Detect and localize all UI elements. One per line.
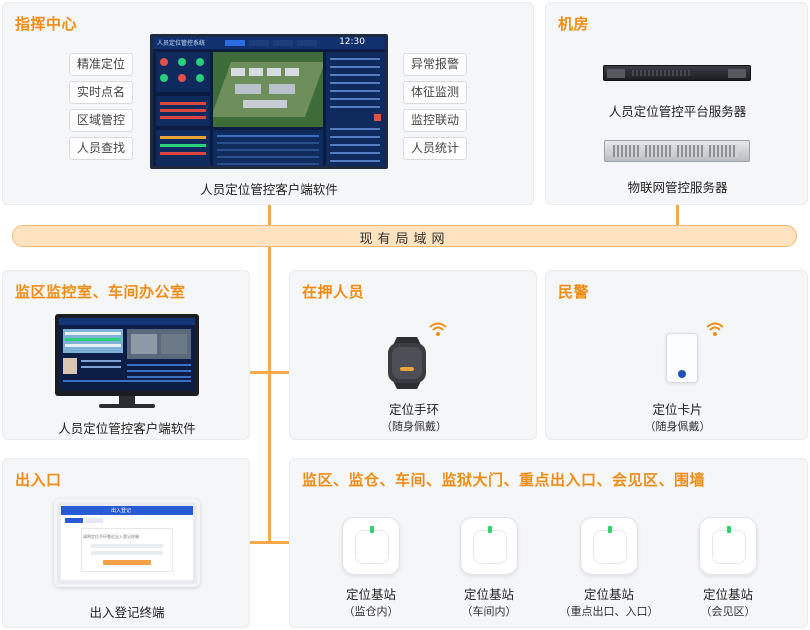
station-label: 定位基站 xyxy=(463,587,514,602)
server-icon xyxy=(603,65,751,81)
tag-video-linkage: 监控联动 xyxy=(403,109,467,132)
base-station-icon xyxy=(342,517,400,575)
screen-header: 人员定位管控系统 12:30 xyxy=(153,37,385,49)
tag-precise-location: 精准定位 xyxy=(69,53,133,76)
monitor-caption: 人员定位管控客户端软件 xyxy=(58,421,196,436)
connector-trunk xyxy=(268,246,271,543)
connector-command-center xyxy=(268,205,271,227)
panel-police: 民警 定位卡片 （随身佩戴） xyxy=(545,270,808,440)
panel-title: 民警 xyxy=(558,283,590,301)
station-note: （重点出口、入口） xyxy=(559,605,659,618)
tag-roll-call: 实时点名 xyxy=(69,81,133,104)
panel-zones: 监区、监仓、车间、监狱大门、重点出入口、会见区、围墙 定位基站 （监仓内） 定位… xyxy=(289,458,808,628)
server-icon xyxy=(604,140,750,162)
panel-title: 机房 xyxy=(558,15,590,33)
connector-entrance xyxy=(250,541,270,544)
station-label: 定位基站 xyxy=(583,587,634,602)
panel-command-center: 指挥中心 精准定位 实时点名 区域管控 人员查找 异常报警 体征监测 监控联动 … xyxy=(2,2,534,205)
panel-title: 监区监控室、车间办公室 xyxy=(15,283,186,301)
screen-left-column xyxy=(156,52,210,166)
command-caption: 人员定位管控客户端软件 xyxy=(200,182,338,197)
panel-title: 监区、监仓、车间、监狱大门、重点出入口、会见区、围墙 xyxy=(302,471,706,489)
station-note: （车间内） xyxy=(461,605,517,618)
lan-label: 现有局域网 xyxy=(359,232,450,247)
base-station-icon xyxy=(580,517,638,575)
tag-vital-signs: 体征监测 xyxy=(403,81,467,104)
tag-statistics: 人员统计 xyxy=(403,137,467,160)
screen-right-column xyxy=(326,52,385,166)
police-device: 定位卡片 xyxy=(652,402,703,417)
terminal-icon: 出入登记 请将定位手环靠近出入登记终端 xyxy=(54,499,200,587)
station-label: 定位基站 xyxy=(702,587,753,602)
connector-monitor-room xyxy=(250,371,270,374)
tag-area-control: 区域管控 xyxy=(69,109,133,132)
detainee-note: （随身佩戴） xyxy=(381,420,447,433)
station-note: （监仓内） xyxy=(343,605,399,618)
screen-clock: 12:30 xyxy=(339,37,365,47)
station-note: （会见区） xyxy=(700,605,756,618)
server2-caption: 物联网管控服务器 xyxy=(627,180,728,195)
entrance-caption: 出入登记终端 xyxy=(89,605,165,620)
server1-caption: 人员定位管控平台服务器 xyxy=(608,104,747,119)
panel-entrance: 出入口 出入登记 请将定位手环靠近出入登记终端 出入登记终端 xyxy=(2,458,250,628)
screen-title: 人员定位管控系统 xyxy=(157,40,206,47)
panel-title: 出入口 xyxy=(15,471,62,489)
terminal-header: 出入登记 xyxy=(111,508,132,514)
panel-machine-room: 机房 人员定位管控平台服务器 物联网管控服务器 xyxy=(545,2,808,205)
terminal-title: 请将定位手环靠近出入登记终端 xyxy=(83,534,139,539)
command-screen: 人员定位管控系统 12:30 xyxy=(150,34,388,169)
connector-zones xyxy=(268,541,290,544)
tag-person-search: 人员查找 xyxy=(69,137,133,160)
police-note: （随身佩戴） xyxy=(644,420,711,433)
base-station-icon xyxy=(460,517,518,575)
monitor-icon xyxy=(55,314,199,410)
screen-map xyxy=(213,52,323,127)
lan-bar: 现有局域网 xyxy=(12,225,797,247)
panel-title: 在押人员 xyxy=(302,283,365,301)
panel-detainee: 在押人员 定位手环 （随身佩戴） xyxy=(289,270,537,440)
connector-machine-room xyxy=(676,205,679,227)
screen-table xyxy=(213,130,323,166)
connector-detainee xyxy=(268,371,290,374)
wifi-icon xyxy=(706,322,724,336)
detainee-device: 定位手环 xyxy=(388,402,439,417)
wifi-icon xyxy=(429,322,447,336)
card-icon xyxy=(666,333,698,383)
wristband-icon xyxy=(388,337,426,389)
panel-title: 指挥中心 xyxy=(15,15,78,33)
panel-monitor-room: 监区监控室、车间办公室 人员定位管控客户端软件 xyxy=(2,270,250,440)
station-label: 定位基站 xyxy=(345,587,396,602)
tag-alarm: 异常报警 xyxy=(403,53,467,76)
base-station-icon xyxy=(699,517,757,575)
